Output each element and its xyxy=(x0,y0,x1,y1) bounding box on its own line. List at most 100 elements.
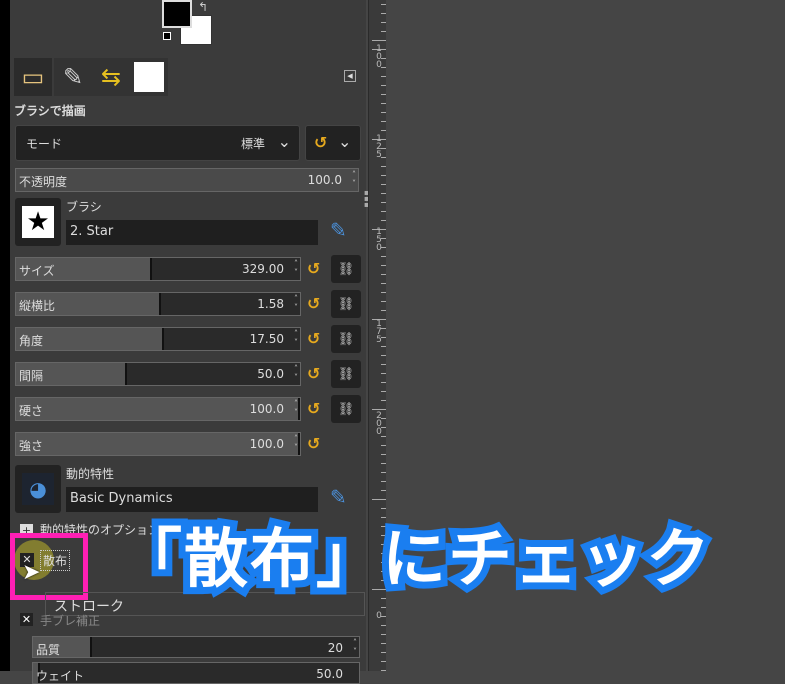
spin-arrows-icon[interactable]: ˄ ˅ xyxy=(294,329,298,347)
ruler-tick xyxy=(381,256,386,257)
slider-value: 329.00 xyxy=(242,262,284,276)
brush-name-field[interactable]: 2. Star xyxy=(66,220,318,245)
ruler-tick xyxy=(381,4,386,5)
slider-value: 100.0 xyxy=(249,437,284,451)
slider-value: 17.50 xyxy=(249,332,284,346)
mode-label: モード xyxy=(26,137,63,151)
opacity-slider[interactable]: 不透明度 100.0 ˄ ˅ xyxy=(15,168,359,192)
ruler-tick xyxy=(381,490,386,491)
spin-arrows-icon[interactable]: ˄ ˅ xyxy=(294,294,298,312)
ruler-tick xyxy=(381,121,386,122)
edit-dynamics-icon[interactable]: ✎ xyxy=(330,485,347,509)
caption-overlay: 「散布」にチェック xyxy=(111,516,717,604)
opacity-label: 不透明度 xyxy=(19,175,68,189)
ruler-tick xyxy=(381,193,386,194)
ruler-label: 0 xyxy=(376,611,382,621)
reset-icon[interactable]: ↺ xyxy=(307,364,325,383)
ruler-tick xyxy=(381,625,386,626)
link-dynamics-button[interactable]: ⛓ xyxy=(331,360,361,388)
left-edge xyxy=(0,0,10,671)
image-thumbnail xyxy=(134,62,164,92)
ruler-tick xyxy=(381,373,386,374)
spin-arrows-icon[interactable]: ˄ ˅ xyxy=(294,364,298,382)
slider-label: 間隔 xyxy=(19,369,44,383)
slider-value: 1.58 xyxy=(257,297,284,311)
quality-value: 20 xyxy=(327,641,343,655)
mode-reset-select[interactable]: ↺ ⌄ xyxy=(305,125,361,161)
ruler-label: 175 xyxy=(376,319,382,345)
ruler-tick xyxy=(381,130,386,131)
brush-preview-button[interactable]: ★ xyxy=(15,198,61,246)
tab-device-status[interactable]: ✎ xyxy=(54,58,92,96)
slider-2[interactable]: 角度 17.50 ˄ ˅ xyxy=(15,327,301,351)
link-dynamics-button[interactable]: ⛓ xyxy=(331,290,361,318)
mode-value: 標準 xyxy=(240,137,265,151)
spin-arrows-icon[interactable]: ˄ ˅ xyxy=(294,259,298,277)
slider-3[interactable]: 間隔 50.0 ˄ ˅ xyxy=(15,362,301,386)
slider-1[interactable]: 縦横比 1.58 ˄ ˅ xyxy=(15,292,301,316)
ruler-tick xyxy=(372,40,386,41)
ruler-tick xyxy=(381,382,386,383)
edit-brush-icon[interactable]: ✎ xyxy=(330,218,347,242)
reset-icon[interactable]: ↺ xyxy=(307,294,325,313)
ruler-label: 150 xyxy=(376,227,382,253)
spin-arrows-icon[interactable]: ˄ ˅ xyxy=(294,399,298,417)
ruler-tick xyxy=(381,265,386,266)
reset-icon[interactable]: ↺ xyxy=(307,399,325,418)
chain-icon: ⛓ xyxy=(337,331,355,347)
dynamics-icon: ◕ xyxy=(22,473,54,505)
ruler-tick xyxy=(381,211,386,212)
ruler-tick xyxy=(381,283,386,284)
ruler-tick xyxy=(381,472,386,473)
spin-arrows-icon[interactable]: ˄ ˅ xyxy=(352,170,356,188)
link-dynamics-button[interactable]: ⛓ xyxy=(331,255,361,283)
ruler-tick xyxy=(381,652,386,653)
slider-value: 50.0 xyxy=(257,367,284,381)
reset-icon[interactable]: ↺ xyxy=(307,434,325,453)
ruler-tick xyxy=(381,346,386,347)
slider-4[interactable]: 硬さ 100.0 ˄ ˅ xyxy=(15,397,301,421)
star-brush-icon: ★ xyxy=(22,206,54,238)
ruler-tick xyxy=(381,391,386,392)
ruler-tick xyxy=(381,292,386,293)
foreground-color-swatch[interactable] xyxy=(162,0,192,28)
tab-tool-options[interactable]: ▭ xyxy=(14,58,52,96)
smoothing-label: 手ブレ補正 xyxy=(40,614,101,628)
link-dynamics-button[interactable]: ⛓ xyxy=(331,395,361,423)
reset-icon[interactable]: ↺ xyxy=(307,259,325,278)
link-dynamics-button[interactable]: ⛓ xyxy=(331,325,361,353)
dynamics-preview-button[interactable]: ◕ xyxy=(15,465,61,513)
weight-value: 50.0 xyxy=(316,667,343,681)
tab-undo-history[interactable]: ⇆ xyxy=(92,58,130,96)
chain-icon: ⛓ xyxy=(337,401,355,417)
default-colors-icon[interactable] xyxy=(163,32,171,40)
reset-icon[interactable]: ↺ xyxy=(307,329,325,348)
ruler-tick xyxy=(381,76,386,77)
slider-5[interactable]: 強さ 100.0 ˄ ˅ xyxy=(15,432,301,456)
slider-0[interactable]: サイズ 329.00 ˄ ˅ xyxy=(15,257,301,281)
ruler-tick xyxy=(372,409,386,410)
ruler-tick xyxy=(381,166,386,167)
smoothing-checkbox[interactable]: ✕ xyxy=(20,613,33,626)
quality-label: 品質 xyxy=(36,643,61,657)
weight-label: ウェイト xyxy=(36,669,85,683)
chevron-down-icon: ⌄ xyxy=(277,132,291,151)
reset-icon: ↺ xyxy=(314,133,328,152)
swap-colors-icon[interactable]: ↰ xyxy=(198,0,208,14)
ruler-tick xyxy=(381,310,386,311)
mode-select[interactable]: モード 標準 ⌄ xyxy=(15,125,300,161)
panel-menu-icon[interactable]: ◀ xyxy=(344,70,356,82)
slider-label: 硬さ xyxy=(19,404,44,418)
slider-value: 100.0 xyxy=(249,402,284,416)
spin-arrows-icon[interactable]: ˄ ˅ xyxy=(353,638,357,656)
chain-icon: ⛓ xyxy=(337,366,355,382)
tab-images[interactable] xyxy=(130,58,168,96)
weight-slider[interactable]: ウェイト 50.0 xyxy=(32,662,360,684)
ruler-tick xyxy=(381,454,386,455)
undo-icon: ⇆ xyxy=(100,63,122,91)
ruler-tick xyxy=(381,643,386,644)
spin-arrows-icon[interactable]: ˄ ˅ xyxy=(294,434,298,452)
quality-slider[interactable]: 品質 20 ˄ ˅ xyxy=(32,636,360,658)
ruler-tick xyxy=(381,481,386,482)
ruler-tick xyxy=(381,445,386,446)
